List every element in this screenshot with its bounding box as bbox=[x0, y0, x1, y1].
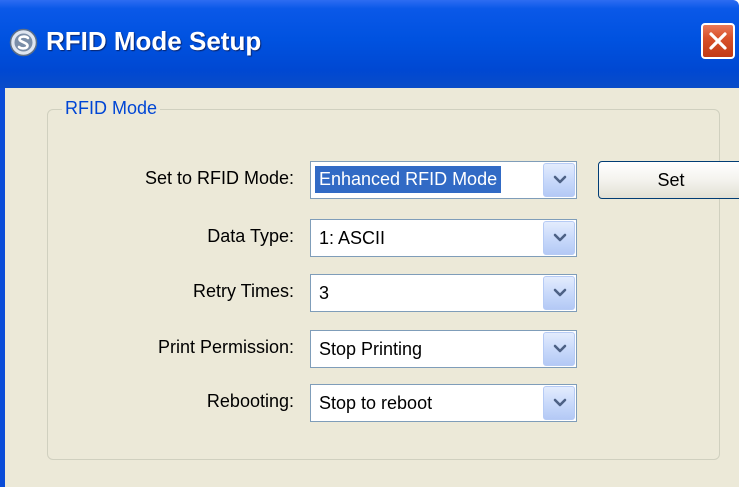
rfid-mode-setup-window: RFID Mode Setup RFID Mode Set to RFID Mo… bbox=[0, 0, 739, 487]
chevron-down-icon bbox=[553, 233, 567, 242]
title-bar[interactable]: RFID Mode Setup bbox=[0, 0, 739, 88]
rfid-mode-value: Enhanced RFID Mode bbox=[315, 166, 502, 193]
retry-times-select[interactable]: 3 bbox=[310, 274, 577, 312]
dropdown-button[interactable] bbox=[543, 221, 575, 255]
rebooting-label: Rebooting: bbox=[206, 391, 294, 411]
print-permission-value: Stop Printing bbox=[319, 339, 423, 359]
rfid-mode-group: RFID Mode Set to RFID Mode: Enhanced RFI… bbox=[47, 98, 739, 460]
close-button[interactable] bbox=[701, 23, 735, 59]
dropdown-button[interactable] bbox=[543, 163, 575, 197]
data-type-label: Data Type: bbox=[207, 226, 294, 246]
dropdown-button[interactable] bbox=[543, 276, 575, 310]
app-logo-icon bbox=[9, 28, 38, 57]
rebooting-select[interactable]: Stop to reboot bbox=[310, 384, 577, 422]
rebooting-value: Stop to reboot bbox=[319, 393, 433, 413]
dropdown-button[interactable] bbox=[543, 332, 575, 366]
window-title: RFID Mode Setup bbox=[46, 26, 262, 56]
print-permission-label: Print Permission: bbox=[157, 337, 294, 357]
close-icon bbox=[709, 32, 727, 50]
chevron-down-icon bbox=[553, 398, 567, 407]
data-type-value: 1: ASCII bbox=[319, 228, 386, 248]
set-button[interactable]: Set bbox=[598, 161, 739, 199]
chevron-down-icon bbox=[553, 288, 567, 297]
set-rfid-mode-label: Set to RFID Mode: bbox=[144, 168, 294, 188]
chevron-down-icon bbox=[553, 344, 567, 353]
chevron-down-icon bbox=[553, 175, 567, 184]
dropdown-button[interactable] bbox=[543, 386, 575, 420]
retry-times-label: Retry Times: bbox=[192, 281, 294, 301]
print-permission-select[interactable]: Stop Printing bbox=[310, 330, 577, 368]
group-legend: RFID Mode bbox=[62, 98, 161, 119]
data-type-select[interactable]: 1: ASCII bbox=[310, 219, 577, 257]
dialog-body: RFID Mode Set to RFID Mode: Enhanced RFI… bbox=[5, 88, 739, 487]
retry-times-value: 3 bbox=[319, 283, 330, 303]
rfid-mode-select[interactable]: Enhanced RFID Mode bbox=[310, 161, 577, 199]
